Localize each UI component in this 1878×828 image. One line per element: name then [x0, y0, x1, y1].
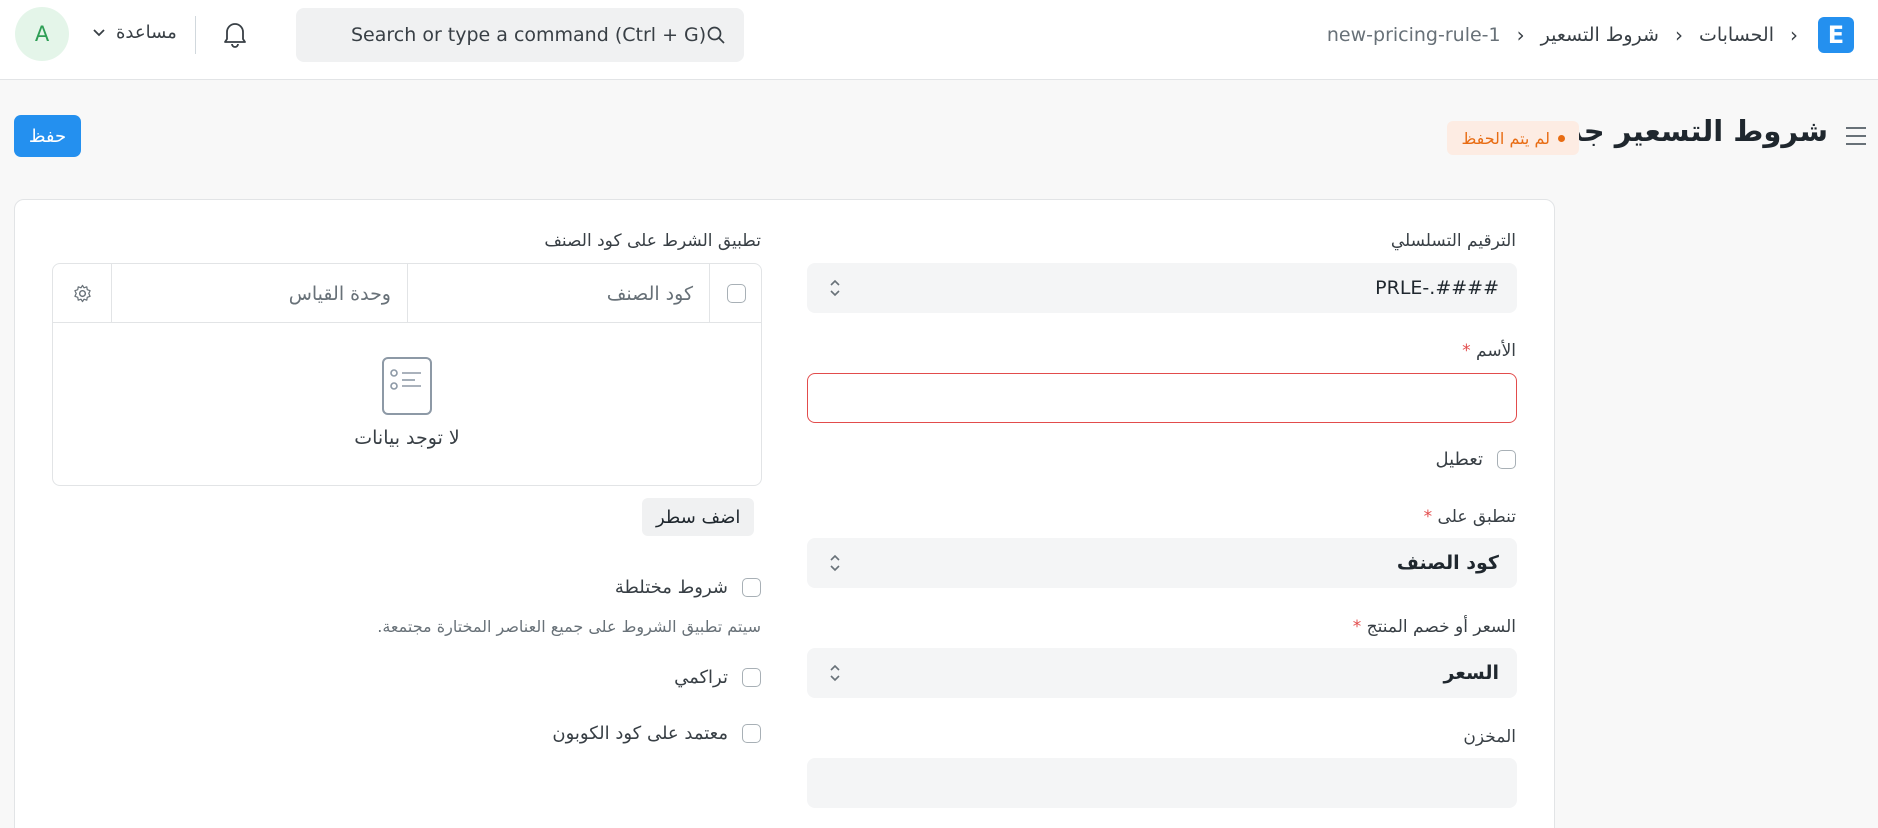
- breadcrumb-accounts[interactable]: الحسابات: [1699, 24, 1774, 46]
- breadcrumb: › الحسابات › شروط التسعير › new-pricing-…: [1327, 20, 1798, 50]
- table-header: كود الصنف وحدة القياس: [53, 264, 761, 323]
- status-badge: لم يتم الحفظ: [1447, 121, 1579, 155]
- disable-checkbox[interactable]: [1497, 450, 1516, 469]
- cumulative-row[interactable]: تراكمي: [674, 667, 761, 688]
- items-table-label: تطبيق الشرط على كود الصنف: [544, 231, 761, 251]
- gear-icon[interactable]: [73, 284, 92, 303]
- coupon-based-checkbox[interactable]: [742, 724, 761, 743]
- divider: [195, 16, 196, 54]
- disable-label: تعطيل: [1435, 449, 1483, 470]
- price-or-discount-label-text: السعر أو خصم المنتج: [1366, 617, 1516, 637]
- column-item-code[interactable]: كود الصنف: [409, 264, 693, 323]
- help-label: مساعدة: [116, 22, 177, 43]
- add-row-button[interactable]: اضف سطر: [642, 498, 755, 536]
- select-all-checkbox[interactable]: [727, 284, 746, 303]
- title-label-text: الأسم: [1476, 341, 1516, 361]
- select-arrows-icon: [830, 554, 840, 572]
- title-label: الأسم *: [1462, 341, 1516, 361]
- naming-series-value: PRLE-.####: [1375, 277, 1499, 299]
- sidebar-toggle-icon[interactable]: [1844, 125, 1868, 147]
- apply-on-value: كود الصنف: [1396, 552, 1499, 574]
- avatar[interactable]: A: [15, 7, 69, 61]
- select-arrows-icon: [830, 664, 840, 682]
- select-arrows-icon: [830, 279, 840, 297]
- cumulative-checkbox[interactable]: [742, 668, 761, 687]
- mixed-conditions-label: شروط مختلطة: [614, 577, 728, 598]
- breadcrumb-current: new-pricing-rule-1: [1326, 24, 1501, 46]
- warehouse-input[interactable]: [807, 758, 1517, 808]
- column-uom[interactable]: وحدة القياس: [113, 264, 391, 323]
- form-card: الترقيم التسلسلي PRLE-.#### الأسم * تعطي…: [14, 199, 1555, 828]
- empty-state-text: لا توجد بيانات: [354, 427, 460, 449]
- apply-on-label: تنطبق على *: [1424, 507, 1516, 527]
- bell-icon[interactable]: [222, 20, 248, 48]
- help-dropdown[interactable]: مساعدة: [92, 22, 177, 43]
- search-icon: [707, 26, 725, 44]
- mixed-conditions-description: سيتم تطبيق الشروط على جميع العناصر المخت…: [377, 617, 761, 636]
- column-divider: [407, 264, 408, 323]
- breadcrumb-pricing-rule[interactable]: شروط التسعير: [1541, 24, 1659, 46]
- items-table: كود الصنف وحدة القياس لا توجد بيانات: [52, 263, 762, 486]
- required-marker: *: [1462, 341, 1471, 361]
- empty-list-icon: [382, 357, 432, 415]
- coupon-based-row[interactable]: معتمد على كود الكوبون: [552, 723, 761, 744]
- price-or-discount-select[interactable]: السعر: [807, 648, 1517, 698]
- chevron-down-icon: [93, 28, 105, 36]
- warehouse-label: المخزن: [1463, 727, 1516, 747]
- disable-checkbox-row[interactable]: تعطيل: [1435, 449, 1516, 470]
- status-dot: [1558, 134, 1565, 142]
- navbar: E › الحسابات › شروط التسعير › new-pricin…: [0, 0, 1878, 80]
- status-text: لم يتم الحفظ: [1461, 128, 1550, 148]
- mixed-conditions-row[interactable]: شروط مختلطة: [615, 577, 761, 598]
- coupon-based-label: معتمد على كود الكوبون: [552, 723, 728, 744]
- required-marker: *: [1423, 507, 1433, 527]
- required-marker: *: [1352, 617, 1362, 637]
- apply-on-label-text: تنطبق على: [1437, 507, 1516, 527]
- chevron-icon: ›: [1674, 23, 1683, 47]
- mixed-conditions-checkbox[interactable]: [742, 578, 761, 597]
- search-placeholder: Search or type a command (Ctrl + G): [351, 24, 707, 46]
- save-button[interactable]: حفظ: [14, 115, 81, 157]
- naming-series-select[interactable]: PRLE-.####: [807, 263, 1517, 313]
- price-or-discount-label: السعر أو خصم المنتج *: [1353, 617, 1516, 637]
- naming-series-label: الترقيم التسلسلي: [1390, 231, 1516, 251]
- column-divider: [709, 264, 710, 323]
- apply-on-select[interactable]: كود الصنف: [807, 538, 1517, 588]
- chevron-icon: ›: [1790, 23, 1798, 47]
- title-input[interactable]: [807, 373, 1517, 423]
- app-logo[interactable]: E: [1818, 17, 1854, 53]
- column-divider: [111, 264, 112, 323]
- cumulative-label: تراكمي: [674, 667, 728, 688]
- page-title: شروط التسعير جديد: [1539, 114, 1828, 148]
- price-or-discount-value: السعر: [1443, 662, 1499, 684]
- search-input[interactable]: Search or type a command (Ctrl + G): [296, 8, 744, 62]
- chevron-icon: ›: [1516, 23, 1525, 47]
